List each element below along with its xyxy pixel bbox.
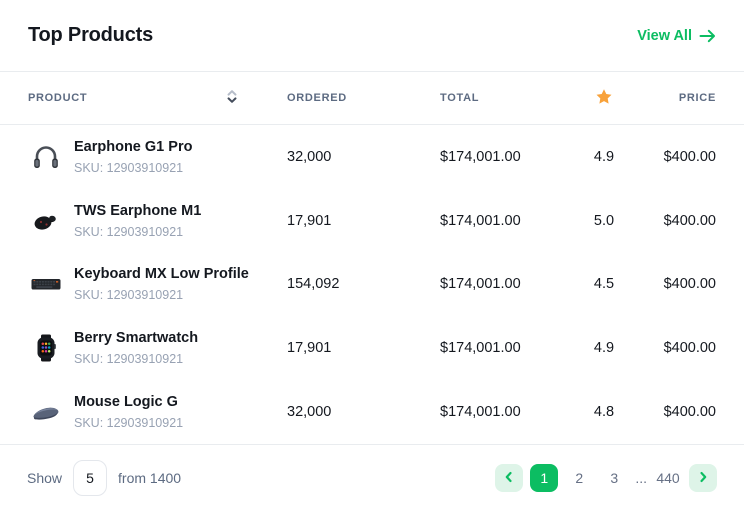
ordered-value: 17,901: [287, 340, 440, 356]
price-value: $400.00: [640, 404, 716, 420]
product-cell: Berry Smartwatch SKU: 12903910921: [28, 328, 287, 368]
prev-page-button[interactable]: [495, 464, 523, 492]
headphones-image: [28, 139, 64, 175]
page-button-1[interactable]: 1: [530, 464, 558, 492]
chevron-right-icon: [697, 471, 709, 486]
column-header-price: PRICE: [640, 92, 716, 104]
page-button-3[interactable]: 3: [600, 464, 628, 492]
pagination-ellipsis: ...: [635, 470, 647, 486]
product-cell: Mouse Logic G SKU: 12903910921: [28, 392, 287, 432]
sort-icon[interactable]: [225, 89, 239, 107]
product-sku: SKU: 12903910921: [74, 414, 183, 432]
smartwatch-image: [28, 330, 64, 366]
rating-value: 4.5: [568, 276, 640, 292]
table-row[interactable]: Keyboard MX Low Profile SKU: 12903910921…: [0, 253, 744, 317]
arrow-right-icon: [699, 29, 716, 43]
column-label-product: PRODUCT: [28, 92, 87, 104]
mouse-image: [28, 394, 64, 430]
price-value: $400.00: [640, 149, 716, 165]
product-name: Mouse Logic G: [74, 392, 183, 412]
page-title: Top Products: [28, 24, 153, 47]
ordered-value: 154,092: [287, 276, 440, 292]
rating-value: 4.9: [568, 149, 640, 165]
earbuds-image: [28, 203, 64, 239]
view-all-link[interactable]: View All: [637, 28, 716, 44]
column-header-ordered: ORDERED: [287, 92, 440, 104]
view-all-label: View All: [637, 28, 692, 44]
table-row[interactable]: TWS Earphone M1 SKU: 12903910921 17,901 …: [0, 189, 744, 253]
total-value: $174,001.00: [440, 276, 568, 292]
column-header-total: TOTAL: [440, 92, 568, 104]
product-sku: SKU: 12903910921: [74, 286, 249, 304]
product-cell: Keyboard MX Low Profile SKU: 12903910921: [28, 264, 287, 304]
total-value: $174,001.00: [440, 213, 568, 229]
price-value: $400.00: [640, 340, 716, 356]
top-products-card: Top Products View All PRODUCT ORDERED TO…: [0, 0, 744, 511]
page-button-2[interactable]: 2: [565, 464, 593, 492]
next-page-button[interactable]: [689, 464, 717, 492]
product-cell: TWS Earphone M1 SKU: 12903910921: [28, 201, 287, 241]
table-header: PRODUCT ORDERED TOTAL PRICE: [0, 72, 744, 125]
product-name: Keyboard MX Low Profile: [74, 264, 249, 284]
column-header-product[interactable]: PRODUCT: [28, 89, 287, 107]
column-header-rating: [568, 88, 640, 109]
total-value: $174,001.00: [440, 404, 568, 420]
star-icon: [595, 88, 613, 109]
rating-value: 5.0: [568, 213, 640, 229]
keyboard-image: [28, 266, 64, 302]
table-row[interactable]: Mouse Logic G SKU: 12903910921 32,000 $1…: [0, 380, 744, 444]
product-sku: SKU: 12903910921: [74, 159, 192, 177]
chevron-left-icon: [503, 471, 515, 486]
page-button-440[interactable]: 440: [654, 464, 682, 492]
ordered-value: 32,000: [287, 404, 440, 420]
table-row[interactable]: Berry Smartwatch SKU: 12903910921 17,901…: [0, 316, 744, 380]
card-header: Top Products View All: [0, 0, 744, 72]
price-value: $400.00: [640, 276, 716, 292]
price-value: $400.00: [640, 213, 716, 229]
page-size-control: Show from 1400: [27, 460, 181, 496]
product-name: Earphone G1 Pro: [74, 137, 192, 157]
product-sku: SKU: 12903910921: [74, 350, 198, 368]
rating-value: 4.8: [568, 404, 640, 420]
pagination: 1 2 3 ... 440: [495, 464, 717, 492]
product-cell: Earphone G1 Pro SKU: 12903910921: [28, 137, 287, 177]
table-row[interactable]: Earphone G1 Pro SKU: 12903910921 32,000 …: [0, 125, 744, 189]
ordered-value: 32,000: [287, 149, 440, 165]
table-body: Earphone G1 Pro SKU: 12903910921 32,000 …: [0, 125, 744, 444]
table-footer: Show from 1400 1 2 3 ... 440: [0, 444, 744, 511]
rating-value: 4.9: [568, 340, 640, 356]
total-value: $174,001.00: [440, 149, 568, 165]
product-name: TWS Earphone M1: [74, 201, 201, 221]
show-label: Show: [27, 470, 62, 486]
ordered-value: 17,901: [287, 213, 440, 229]
page-size-input[interactable]: [73, 460, 107, 496]
product-name: Berry Smartwatch: [74, 328, 198, 348]
total-value: $174,001.00: [440, 340, 568, 356]
from-label: from 1400: [118, 470, 181, 486]
product-sku: SKU: 12903910921: [74, 223, 201, 241]
